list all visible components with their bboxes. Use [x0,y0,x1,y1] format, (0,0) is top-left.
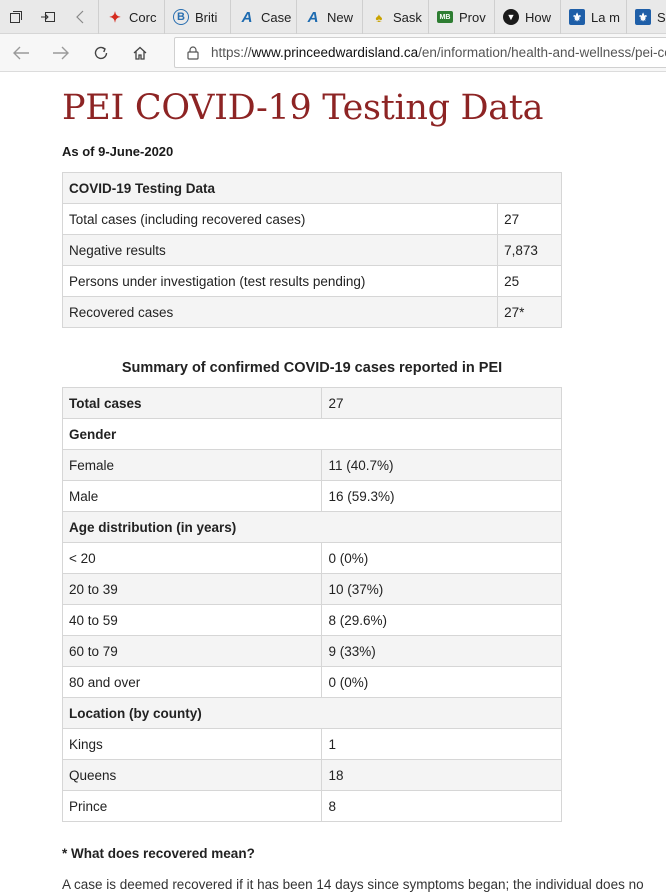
recovered-note-text: A case is deemed recovered if it has bee… [62,877,644,892]
table-header-cell: COVID-19 Testing Data [62,172,562,204]
table-row: Negative results 7,873 [61,234,562,266]
row-label: Recovered cases [61,296,499,328]
address-bar[interactable]: https://www.princeedwardisland.ca/en/inf… [174,37,666,68]
url-scheme: https:// [211,45,252,60]
section-header: Location (by county) [62,697,562,729]
table-row: 80 and over 0 (0%) [61,666,562,698]
row-value: 11 (40.7%) [321,449,562,481]
set-aside-tabs-icon[interactable] [32,0,64,34]
testing-data-table: COVID-19 Testing Data Total cases (inclu… [61,172,562,328]
table-row: Prince 8 [61,790,562,822]
wheat-icon: ♠ [375,9,383,25]
browser-toolbar: https://www.princeedwardisland.ca/en/inf… [0,34,666,72]
table-row: Queens 18 [61,759,562,791]
section-header-row: Location (by county) [62,697,562,729]
table-row: 40 to 59 8 (29.6%) [61,604,562,636]
section-header-row: Gender [62,418,562,450]
quebec-fleur-icon: ⚜ [635,9,651,25]
manitoba-icon: MB [437,11,453,23]
row-label: 20 to 39 [61,573,323,605]
browser-tab[interactable]: A Case [230,0,296,34]
browser-tab-strip: ✦ Corc B Briti A Case A New ♠ Sask MB Pr… [0,0,666,34]
alberta-icon: A [241,8,253,26]
quebec-fleur-icon: ⚜ [569,9,585,25]
table-row: Total cases (including recovered cases) … [61,203,562,235]
url-path: /en/information/health-and-wellness/pei-… [418,45,666,60]
alberta-icon: A [307,8,319,26]
browser-tab[interactable]: ♠ Sask [362,0,428,34]
forward-button[interactable] [46,38,76,68]
table-row: Female 11 (40.7%) [61,449,562,481]
row-label: Female [61,449,323,481]
recovered-note-heading: * What does recovered mean? [62,846,255,861]
table-row: Persons under investigation (test result… [61,265,562,297]
row-value: 0 (0%) [321,666,562,698]
section-header: Age distribution (in years) [62,511,562,543]
row-label: 40 to 59 [61,604,323,636]
row-value: 27* [497,296,562,328]
row-value: 7,873 [497,234,562,266]
home-button[interactable] [125,38,155,68]
row-label: Persons under investigation (test result… [61,265,499,297]
row-label: Prince [61,790,323,822]
summary-table: Total cases 27 Gender Female 11 (40.7%) … [61,387,562,822]
table-row: < 20 0 (0%) [61,542,562,574]
row-value: 27 [321,387,562,419]
browser-tab[interactable]: ⚜ S [626,0,666,34]
browser-tab[interactable]: MB Prov [428,0,494,34]
browser-tab[interactable]: A New [296,0,362,34]
table-row: Recovered cases 27* [61,296,562,328]
browser-tab[interactable]: ▼ How [494,0,560,34]
browser-tab[interactable]: ✦ Corc [98,0,164,34]
row-value: 9 (33%) [321,635,562,667]
browser-tab[interactable]: ⚜ La m [560,0,626,34]
row-value: 16 (59.3%) [321,480,562,512]
browser-tab[interactable]: B Briti [164,0,230,34]
row-label: Male [61,480,323,512]
page-title: PEI COVID-19 Testing Data [62,88,544,128]
row-value: 18 [321,759,562,791]
table-row: 20 to 39 10 (37%) [61,573,562,605]
section-header-row: Age distribution (in years) [62,511,562,543]
row-value: 10 (37%) [321,573,562,605]
row-label: Kings [61,728,323,760]
row-label: Total cases (including recovered cases) [61,203,499,235]
as-of-date: As of 9-June-2020 [62,144,174,159]
table-header-row: COVID-19 Testing Data [62,172,562,204]
row-value: 25 [497,265,562,297]
summary-caption: Summary of confirmed COVID-19 cases repo… [121,360,503,376]
row-label: Total cases [61,387,323,419]
table-row: Total cases 27 [61,387,562,419]
ontario-trillium-icon: ▼ [503,9,519,25]
row-label: < 20 [61,542,323,574]
url-host: www.princeedwardisland.ca [251,45,419,60]
row-label: Negative results [61,234,499,266]
tab-actions-icon[interactable] [0,0,32,34]
table-row: 60 to 79 9 (33%) [61,635,562,667]
bc-shield-icon: B [173,9,189,25]
table-row: Kings 1 [61,728,562,760]
table-row: Male 16 (59.3%) [61,480,562,512]
refresh-button[interactable] [86,38,116,68]
row-label: 80 and over [61,666,323,698]
maple-leaf-icon: ✦ [109,8,121,25]
row-value: 27 [497,203,562,235]
lock-icon [187,45,199,60]
row-value: 1 [321,728,562,760]
row-value: 8 (29.6%) [321,604,562,636]
row-value: 8 [321,790,562,822]
back-button[interactable] [6,38,36,68]
row-value: 0 (0%) [321,542,562,574]
scroll-tabs-left-icon[interactable] [64,0,96,34]
section-header: Gender [62,418,562,450]
row-label: 60 to 79 [61,635,323,667]
row-label: Queens [61,759,323,791]
